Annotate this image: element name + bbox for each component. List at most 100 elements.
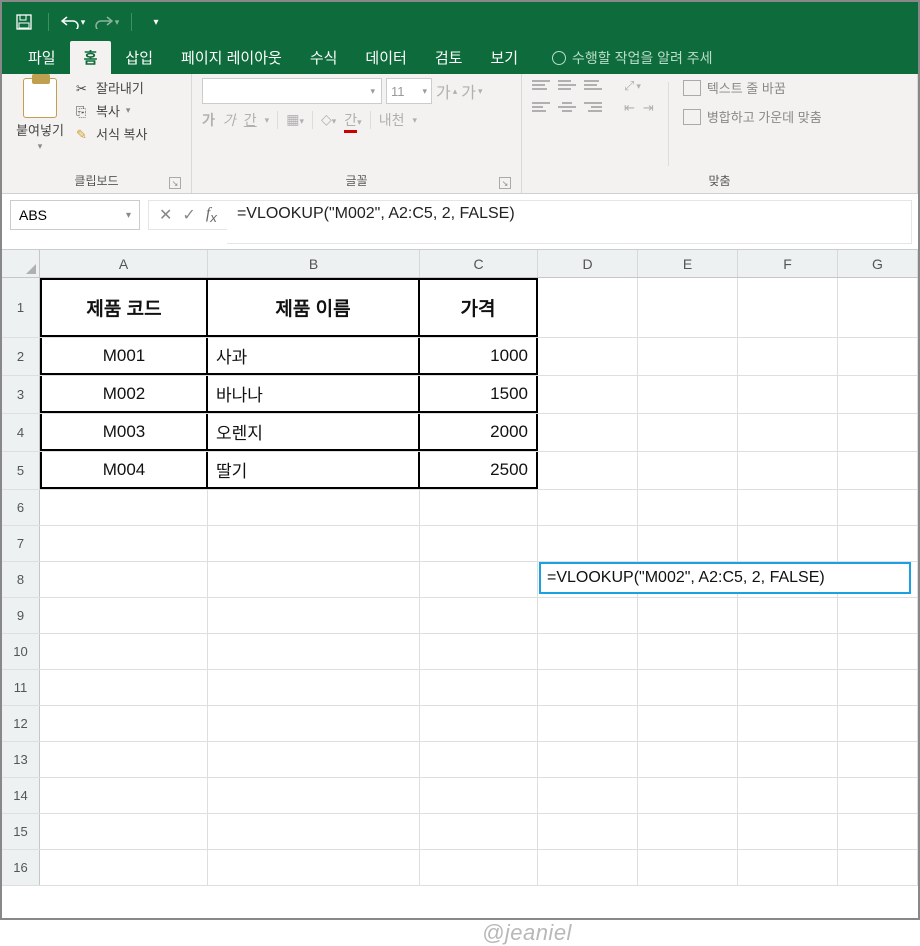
cell-F11[interactable] [738,670,838,705]
cell-A2[interactable]: M001 [40,338,208,375]
border-button[interactable]: ▦▾ [286,112,304,129]
cell-F4[interactable] [738,414,838,451]
paste-button[interactable]: 붙여넣기 ▾ [12,78,68,170]
row-header-10[interactable]: 10 [2,634,40,669]
increase-font-button[interactable]: 가▴ [436,79,457,103]
formula-bar[interactable]: =VLOOKUP("M002", A2:C5, 2, FALSE) [227,200,912,244]
cell-B8[interactable] [208,562,420,597]
cell-G10[interactable] [838,634,918,669]
cell-G2[interactable] [838,338,918,375]
cell-B4[interactable]: 오렌지 [208,414,420,451]
row-header-13[interactable]: 13 [2,742,40,777]
cancel-formula-icon[interactable]: ✕ [159,205,172,225]
row-header-7[interactable]: 7 [2,526,40,561]
cell-B7[interactable] [208,526,420,561]
tab-insert[interactable]: 삽입 [111,41,167,74]
cell-E16[interactable] [638,850,738,885]
save-icon[interactable] [10,8,38,36]
row-header-14[interactable]: 14 [2,778,40,813]
cell-B12[interactable] [208,706,420,741]
align-right-button[interactable] [584,100,602,114]
cell-C7[interactable] [420,526,538,561]
row-header-12[interactable]: 12 [2,706,40,741]
cell-A14[interactable] [40,778,208,813]
font-family-combo[interactable]: ▾ [202,78,382,104]
cell-A6[interactable] [40,490,208,525]
cell-C2[interactable]: 1000 [420,338,538,375]
cell-F10[interactable] [738,634,838,669]
tab-formulas[interactable]: 수식 [296,41,352,74]
tab-review[interactable]: 검토 [421,41,477,74]
align-bottom-button[interactable] [584,78,602,92]
font-color-button[interactable]: 간▾ [344,110,361,130]
cell-G6[interactable] [838,490,918,525]
row-header-6[interactable]: 6 [2,490,40,525]
col-header-D[interactable]: D [538,250,638,277]
cell-G12[interactable] [838,706,918,741]
active-cell-editor[interactable]: =VLOOKUP("M002", A2:C5, 2, FALSE) [539,562,911,594]
enter-formula-icon[interactable]: ✓ [182,205,195,225]
cell-D4[interactable] [538,414,638,451]
cell-F1[interactable] [738,278,838,337]
cell-F6[interactable] [738,490,838,525]
cell-E12[interactable] [638,706,738,741]
cell-F3[interactable] [738,376,838,413]
cell-C11[interactable] [420,670,538,705]
cut-button[interactable]: ✂잘라내기 [76,78,147,97]
cell-C10[interactable] [420,634,538,669]
tell-me-search[interactable]: 수행할 작업을 알려 주세 [552,42,712,74]
cell-B6[interactable] [208,490,420,525]
align-left-button[interactable] [532,100,550,114]
tab-home[interactable]: 홈 [70,41,112,74]
cell-F5[interactable] [738,452,838,489]
fill-color-button[interactable]: ◇▾ [321,112,336,129]
cell-G13[interactable] [838,742,918,777]
cell-F13[interactable] [738,742,838,777]
cell-A13[interactable] [40,742,208,777]
cell-C8[interactable] [420,562,538,597]
cell-D12[interactable] [538,706,638,741]
cell-D5[interactable] [538,452,638,489]
cell-F9[interactable] [738,598,838,633]
orientation-button[interactable]: ⤢▾ [624,78,641,94]
cell-G1[interactable] [838,278,918,337]
col-header-B[interactable]: B [208,250,420,277]
cell-G14[interactable] [838,778,918,813]
cell-C5[interactable]: 2500 [420,452,538,489]
row-header-3[interactable]: 3 [2,376,40,413]
cell-C16[interactable] [420,850,538,885]
row-header-2[interactable]: 2 [2,338,40,375]
fx-icon[interactable]: fx [206,205,217,225]
cell-E11[interactable] [638,670,738,705]
cell-E5[interactable] [638,452,738,489]
cell-D9[interactable] [538,598,638,633]
tab-file[interactable]: 파일 [14,41,70,74]
row-header-8[interactable]: 8 [2,562,40,597]
row-header-16[interactable]: 16 [2,850,40,885]
increase-indent-button[interactable]: ⇥ [643,100,654,116]
select-all-corner[interactable] [2,250,40,277]
bold-button[interactable]: 가 [202,110,215,130]
tab-data[interactable]: 데이터 [351,41,420,74]
cell-C6[interactable] [420,490,538,525]
cell-B5[interactable]: 딸기 [208,452,420,489]
cell-F2[interactable] [738,338,838,375]
cell-F16[interactable] [738,850,838,885]
name-box-dropdown-icon[interactable]: ▾ [126,210,131,221]
tab-page-layout[interactable]: 페이지 레이아웃 [167,41,296,74]
align-middle-button[interactable] [558,78,576,92]
cell-E13[interactable] [638,742,738,777]
cell-F14[interactable] [738,778,838,813]
cell-G15[interactable] [838,814,918,849]
wrap-text-button[interactable]: 텍스트 줄 바꿈 [683,78,822,97]
cell-A9[interactable] [40,598,208,633]
cell-C4[interactable]: 2000 [420,414,538,451]
decrease-font-button[interactable]: 가▾ [461,79,482,103]
cell-C12[interactable] [420,706,538,741]
cell-D1[interactable] [538,278,638,337]
cell-A7[interactable] [40,526,208,561]
cell-G4[interactable] [838,414,918,451]
cell-A12[interactable] [40,706,208,741]
cell-D11[interactable] [538,670,638,705]
cell-E1[interactable] [638,278,738,337]
